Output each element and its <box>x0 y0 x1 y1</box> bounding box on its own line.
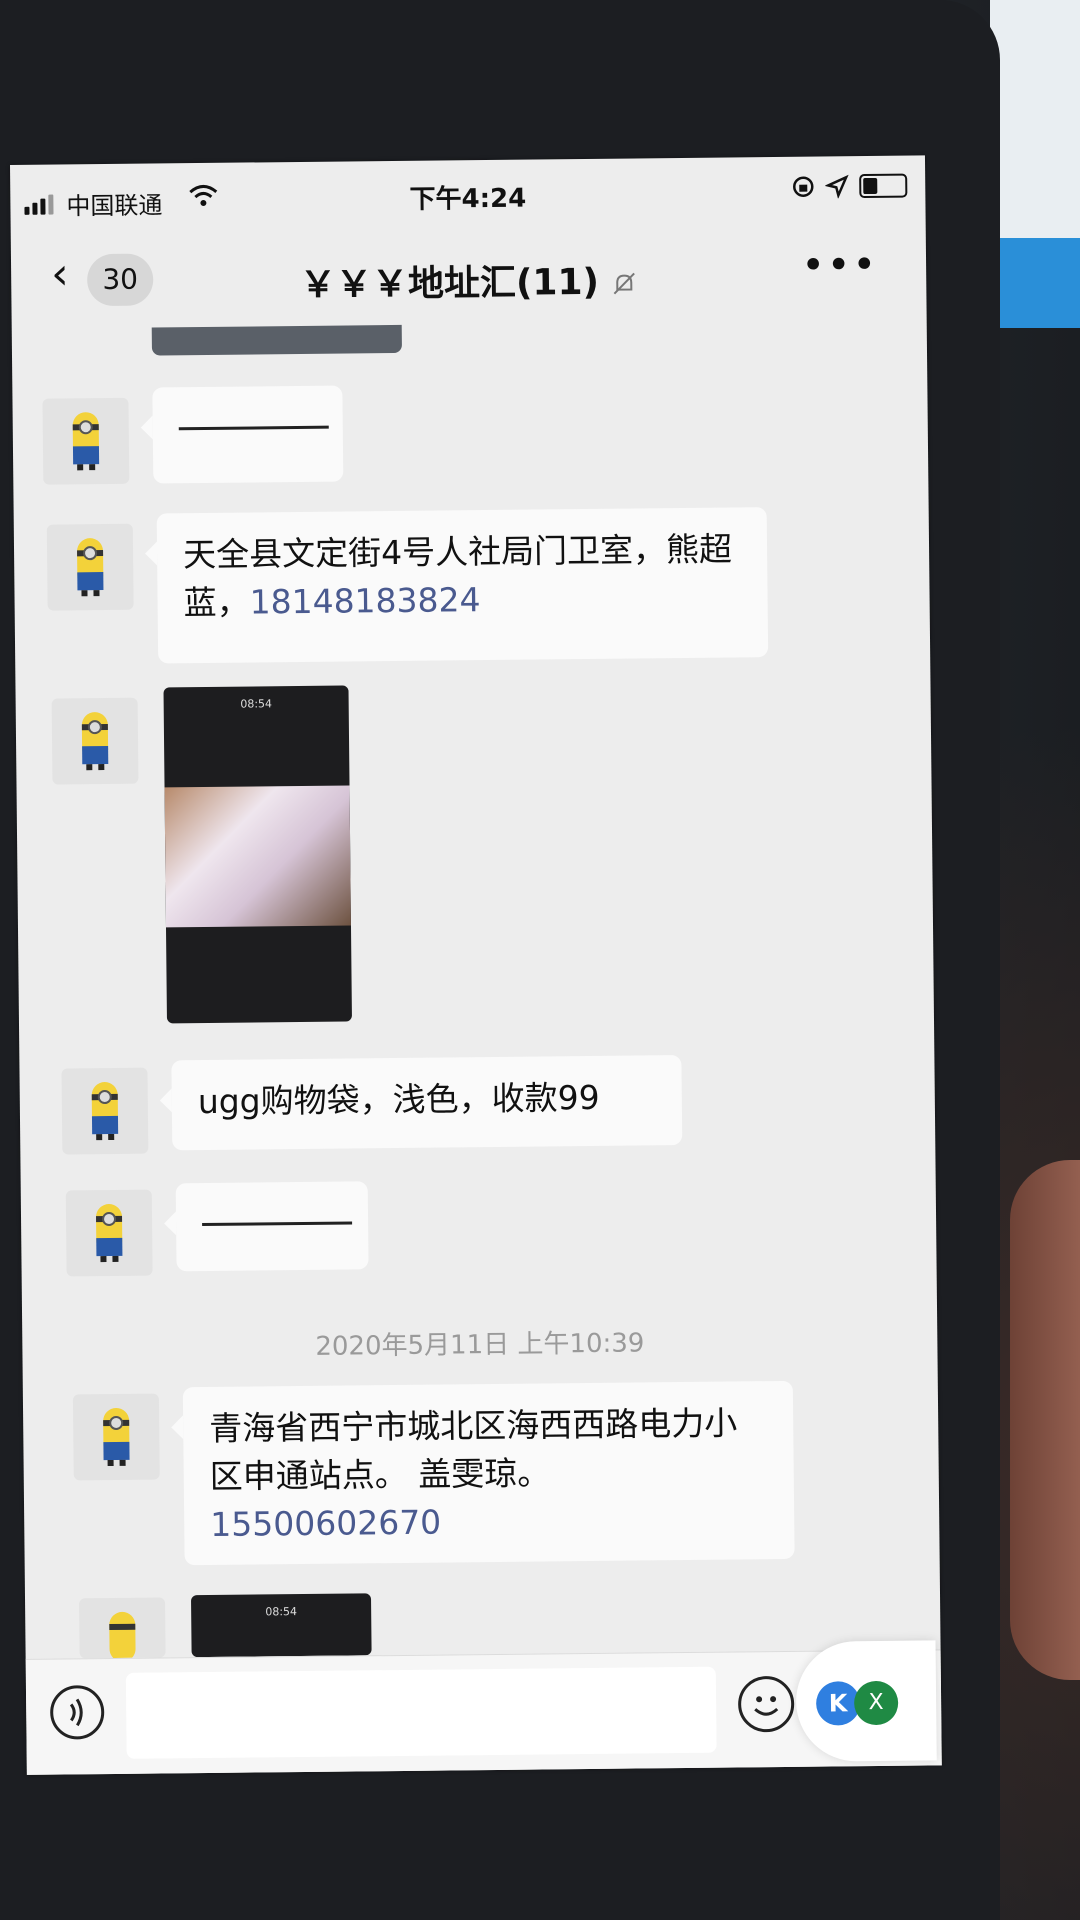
location-icon <box>825 174 849 199</box>
voice-input-button[interactable] <box>49 1685 105 1740</box>
minion-avatar-icon <box>91 1082 119 1141</box>
phone-number-link[interactable]: 15500602670 <box>210 1503 441 1544</box>
minion-avatar-icon <box>81 712 109 771</box>
message-dash <box>202 1221 353 1227</box>
minion-avatar-icon <box>96 1204 123 1263</box>
message-bubble[interactable]: ugg购物袋，浅色，收款99 <box>171 1055 683 1151</box>
minion-avatar-icon <box>109 1611 136 1659</box>
message-bubble[interactable]: 青海省西宁市城北区海西西路电力小区申通站点。 盖雯琼。 15500602670 <box>182 1380 795 1566</box>
message-text: ugg购物袋，浅色，收款99 <box>197 1077 600 1122</box>
message-timestamp: 2020年5月11日 上午10:39 <box>315 1328 645 1362</box>
message-text: 青海省西宁市城北区海西西路电力小区申通站点。 盖雯琼。 <box>209 1403 738 1496</box>
sender-avatar[interactable] <box>79 1597 166 1659</box>
thumbnail-bag-photo <box>164 785 351 928</box>
status-icons <box>791 173 908 199</box>
message-bubble[interactable] <box>152 385 344 484</box>
phone-number-link[interactable]: 18148183824 <box>249 580 480 621</box>
image-message-thumbnail[interactable]: 08:54 <box>190 1593 372 1658</box>
sender-avatar[interactable] <box>72 1393 160 1481</box>
floating-app-close-icon[interactable]: X <box>853 1680 899 1726</box>
sender-avatar[interactable] <box>46 523 134 611</box>
status-time: 下午4:24 <box>409 183 527 215</box>
background-finger <box>1010 1160 1080 1680</box>
image-message-thumbnail[interactable]: 08:54 <box>163 685 352 1024</box>
mute-bell-icon <box>613 272 636 295</box>
voice-wave-icon <box>69 1698 83 1727</box>
sender-avatar[interactable] <box>61 1067 149 1155</box>
background-object <box>1000 238 1080 328</box>
message-list[interactable]: 天全县文定街4号人社局门卫室，熊超蓝，18148183824 08:54 ugg… <box>12 319 941 1659</box>
more-options-button[interactable]: ••• <box>801 242 878 289</box>
chat-header: ‹ 30 ￥￥￥地址汇(11) ••• <box>11 219 927 329</box>
minion-avatar-icon <box>77 538 104 597</box>
sender-avatar[interactable] <box>51 697 139 785</box>
orientation-lock-icon <box>793 176 814 197</box>
smiley-icon <box>754 1696 779 1716</box>
message-text-input[interactable] <box>125 1666 717 1759</box>
minion-avatar-icon <box>103 1407 130 1467</box>
phone-frame: 中国联通 下午4:24 ‹ 30 ￥￥￥地址汇(11) ••• 天全县文定街4号… <box>0 0 1000 1920</box>
status-bar: 中国联通 下午4:24 <box>10 155 926 229</box>
message-input-bar: K X <box>25 1640 942 1775</box>
thumbnail-time: 08:54 <box>240 697 273 711</box>
chat-title: ￥￥￥地址汇(11) <box>11 249 926 311</box>
phone-screen: 中国联通 下午4:24 ‹ 30 ￥￥￥地址汇(11) ••• 天全县文定街4号… <box>10 155 942 1775</box>
sender-avatar[interactable] <box>42 397 130 485</box>
sender-avatar[interactable] <box>65 1189 153 1277</box>
previous-image-fragment[interactable] <box>151 324 402 356</box>
message-dash <box>178 425 329 431</box>
chat-title-text: ￥￥￥地址汇(11) <box>299 261 600 306</box>
message-bubble[interactable] <box>175 1181 369 1272</box>
battery-icon <box>859 173 908 199</box>
thumbnail-time: 08:54 <box>265 1605 298 1619</box>
background-wall <box>990 0 1080 240</box>
message-bubble[interactable]: 天全县文定街4号人社局门卫室，熊超蓝，18148183824 <box>156 507 769 664</box>
minion-avatar-icon <box>72 412 100 471</box>
floating-app-widget[interactable]: K X <box>795 1640 937 1762</box>
emoji-button[interactable] <box>737 1675 795 1733</box>
